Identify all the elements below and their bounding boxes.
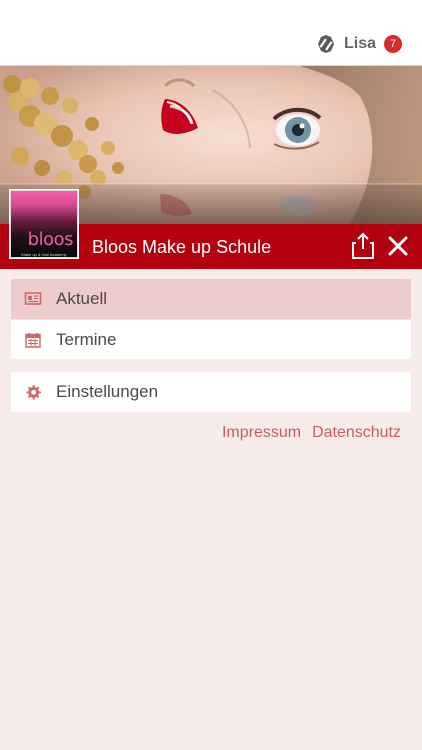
logo-tagline: Make up & Hair Academy	[21, 252, 67, 257]
brand-logo-icon	[317, 35, 334, 53]
close-icon[interactable]	[386, 234, 410, 258]
page-title: Bloos Make up Schule	[92, 237, 272, 257]
menu-group-main: Aktuell Termine	[11, 279, 411, 359]
footer-links: Impressum Datenschutz	[222, 424, 401, 442]
menu-group-settings: Einstellungen	[11, 372, 411, 412]
datenschutz-link[interactable]: Datenschutz	[312, 424, 401, 442]
top-bar: Lisa 7	[0, 0, 422, 66]
share-icon[interactable]	[350, 232, 376, 260]
calendar-icon	[25, 332, 41, 348]
logo-wordmark: bloos	[27, 229, 74, 250]
gear-icon	[26, 385, 41, 400]
profile-avatar: bloos Make up & Hair Academy	[9, 189, 79, 259]
menu-item-aktuell[interactable]: Aktuell	[11, 279, 411, 319]
menu-item-label: Aktuell	[56, 289, 108, 308]
menu-item-label: Termine	[56, 329, 117, 349]
menu-item-label: Einstellungen	[56, 382, 159, 401]
menu-item-termine[interactable]: Termine	[11, 319, 411, 359]
newspaper-icon	[24, 292, 42, 305]
user-menu[interactable]: Lisa 7	[316, 33, 402, 55]
user-name: Lisa	[343, 35, 376, 52]
impressum-link[interactable]: Impressum	[222, 424, 301, 442]
notification-badge: 7	[384, 35, 402, 53]
menu-item-einstellungen[interactable]: Einstellungen	[11, 372, 411, 412]
